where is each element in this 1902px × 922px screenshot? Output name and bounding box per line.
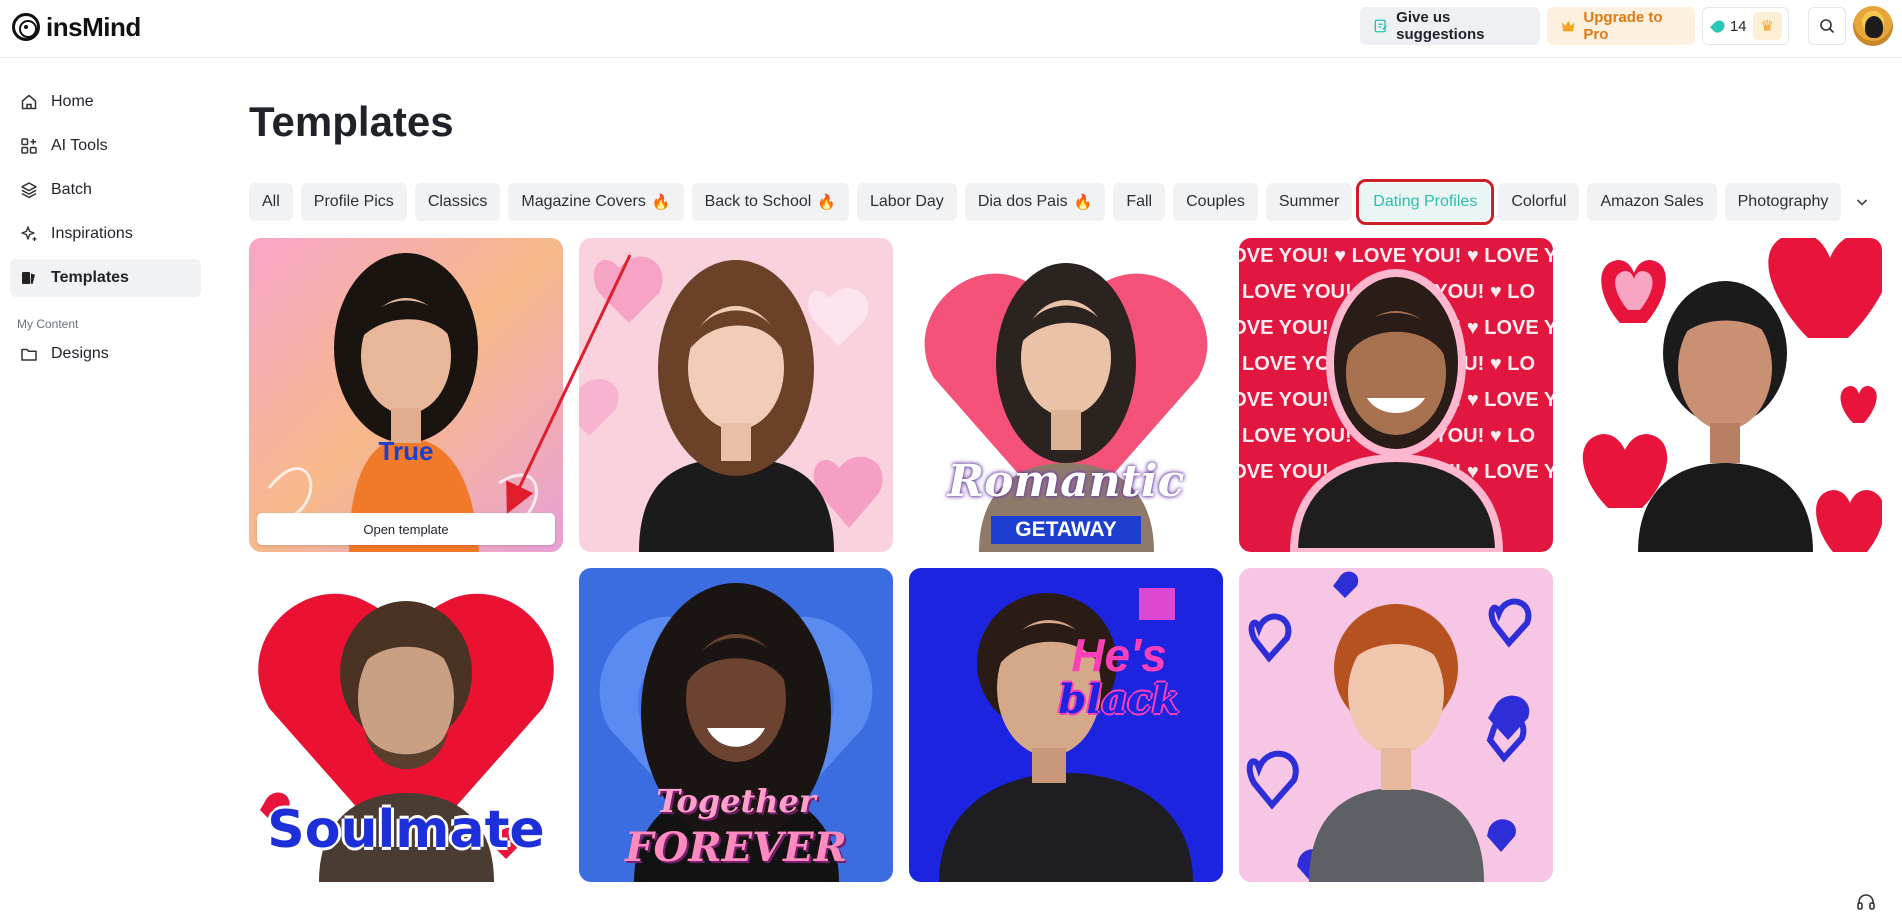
logo[interactable]: insMind [12, 12, 141, 42]
suggestions-label: Give us suggestions [1396, 9, 1485, 43]
chip-label: All [262, 193, 280, 210]
template-thumbnail [1239, 568, 1553, 882]
template-card-red-hearts[interactable] [1568, 238, 1882, 552]
sidebar-item-label: Batch [51, 181, 92, 198]
sidebar-item-batch[interactable]: Batch [10, 171, 201, 209]
template-card-hes-black[interactable]: He's black [909, 568, 1223, 882]
card-overlay-text: True [378, 436, 434, 466]
home-icon [19, 92, 39, 112]
crown-icon [1561, 20, 1575, 32]
chip-label: Couples [1186, 193, 1245, 210]
edit-note-icon [1374, 19, 1387, 33]
headset-icon [1857, 894, 1875, 910]
sidebar-item-designs[interactable]: Designs [10, 335, 201, 373]
layers-icon [19, 180, 39, 200]
fire-icon: 🔥 [1073, 194, 1093, 211]
expand-categories-button[interactable] [1850, 190, 1874, 214]
search-button[interactable] [1808, 7, 1846, 45]
open-template-button[interactable]: Open template [257, 513, 555, 545]
credit-drop-icon [1709, 17, 1727, 35]
sparkle-icon [19, 224, 39, 244]
sidebar-item-templates[interactable]: Templates [10, 259, 201, 297]
template-thumbnail [1568, 238, 1882, 552]
sidebar-item-home[interactable]: Home [10, 83, 201, 121]
category-chip-back-to-school[interactable]: Back to School 🔥 [691, 183, 849, 221]
crown-chip-icon: ♛ [1752, 12, 1782, 40]
category-chip-classics[interactable]: Classics [414, 183, 501, 221]
sidebar: Home AI Tools Batch Inspirations Templat… [0, 58, 210, 922]
sidebar-item-label: Inspirations [51, 225, 133, 242]
template-thumbnail [909, 568, 1223, 882]
search-icon [1820, 19, 1835, 34]
folder-icon [19, 344, 39, 364]
sidebar-item-inspirations[interactable]: Inspirations [10, 215, 201, 253]
card-overlay-text-2: black [1058, 676, 1180, 723]
category-chip-dating-profiles[interactable]: Dating Profiles [1356, 179, 1495, 225]
logo-text: insMind [46, 11, 141, 42]
template-card-pink-hearts[interactable] [579, 238, 893, 552]
template-card-blue-hearts[interactable] [1239, 568, 1553, 882]
card-overlay-text-2: GETAWAY [1015, 518, 1117, 541]
sidebar-item-label: AI Tools [51, 137, 108, 154]
suggestions-button[interactable]: Give us suggestions [1360, 7, 1540, 45]
chip-label: Colorful [1511, 193, 1567, 210]
top-bar: insMind Give us suggestions Upgrade to P… [0, 0, 1902, 58]
chip-label: Back to School [704, 193, 812, 210]
category-chip-fall[interactable]: Fall [1113, 183, 1166, 221]
credits-badge[interactable]: 14 ♛ [1702, 7, 1789, 45]
svg-text:LOVE YOU! ♥ LOVE YOU! ♥ LOVE Y: LOVE YOU! ♥ LOVE YOU! ♥ LOVE YOU! [1239, 245, 1553, 267]
chevron-down-icon [1856, 199, 1868, 206]
support-button[interactable] [1852, 888, 1880, 916]
template-card-love-you[interactable]: LOVE YOU! ♥ LOVE YOU! ♥ LOVE YOU! YOU! ♥… [1239, 238, 1553, 552]
sidebar-item-label: Templates [51, 269, 129, 286]
page-title: Templates [249, 98, 454, 145]
sidebar-item-ai-tools[interactable]: AI Tools [10, 127, 201, 165]
upgrade-label: Upgrade to Pro [1583, 9, 1663, 43]
chip-label: Amazon Sales [1600, 193, 1704, 210]
template-card-romantic-getaway[interactable]: Romantic GETAWAY [909, 238, 1223, 552]
logo-icon [12, 13, 40, 41]
category-chip-photography[interactable]: Photography [1724, 183, 1842, 221]
category-chip-couples[interactable]: Couples [1173, 183, 1258, 221]
sidebar-item-label: Designs [51, 345, 109, 362]
credits-count: 14 [1729, 17, 1747, 35]
card-overlay-text: He's [1071, 629, 1167, 681]
template-card-together-forever[interactable]: Together FOREVER [579, 568, 893, 882]
chip-label: Dia dos Pais [977, 193, 1068, 210]
card-overlay-text-2: FOREVER [625, 824, 847, 871]
chip-label: Classics [427, 193, 488, 210]
template-thumbnail: LOVE YOU! ♥ LOVE YOU! ♥ LOVE YOU! YOU! ♥… [1239, 238, 1553, 552]
category-chip-all[interactable]: All [249, 183, 293, 221]
chip-label: Photography [1737, 193, 1829, 210]
template-card-true-love[interactable]: True Open template [249, 238, 563, 552]
fire-icon: 🔥 [817, 194, 836, 211]
chip-label: Summer [1278, 193, 1340, 210]
category-chip-amazon-sales[interactable]: Amazon Sales [1587, 183, 1717, 221]
template-thumbnail [249, 238, 563, 552]
chip-label: Fall [1126, 193, 1153, 210]
card-overlay-text: Together [656, 782, 816, 820]
user-avatar[interactable] [1853, 6, 1893, 46]
template-icon [19, 268, 39, 288]
category-chip-colorful[interactable]: Colorful [1498, 183, 1580, 221]
card-overlay-text: Romantic [947, 456, 1185, 507]
fire-icon: 🔥 [651, 194, 671, 211]
chip-label: Profile Pics [313, 193, 394, 210]
category-chip-labor-day[interactable]: Labor Day [856, 183, 957, 221]
chip-label: Labor Day [869, 193, 944, 210]
template-thumbnail [579, 238, 893, 552]
category-chip-profile-pics[interactable]: Profile Pics [300, 183, 407, 221]
category-chip-dia-dos-pais[interactable]: Dia dos Pais 🔥 [964, 183, 1106, 221]
sidebar-item-label: Home [51, 93, 94, 110]
grid-icon [19, 136, 39, 156]
card-overlay-text: Soulmate [267, 800, 545, 860]
category-chip-summer[interactable]: Summer [1265, 183, 1353, 221]
category-tabs: All Profile Pics Classics Magazine Cover… [249, 179, 1842, 225]
chip-label: Magazine Covers [521, 193, 646, 210]
chip-label: Dating Profiles [1373, 193, 1478, 210]
template-card-soulmate[interactable]: Soulmate [249, 568, 563, 882]
my-content-section-label: My Content [17, 317, 79, 331]
upgrade-button[interactable]: Upgrade to Pro [1547, 7, 1695, 45]
category-chip-magazine-covers[interactable]: Magazine Covers 🔥 [508, 183, 684, 221]
